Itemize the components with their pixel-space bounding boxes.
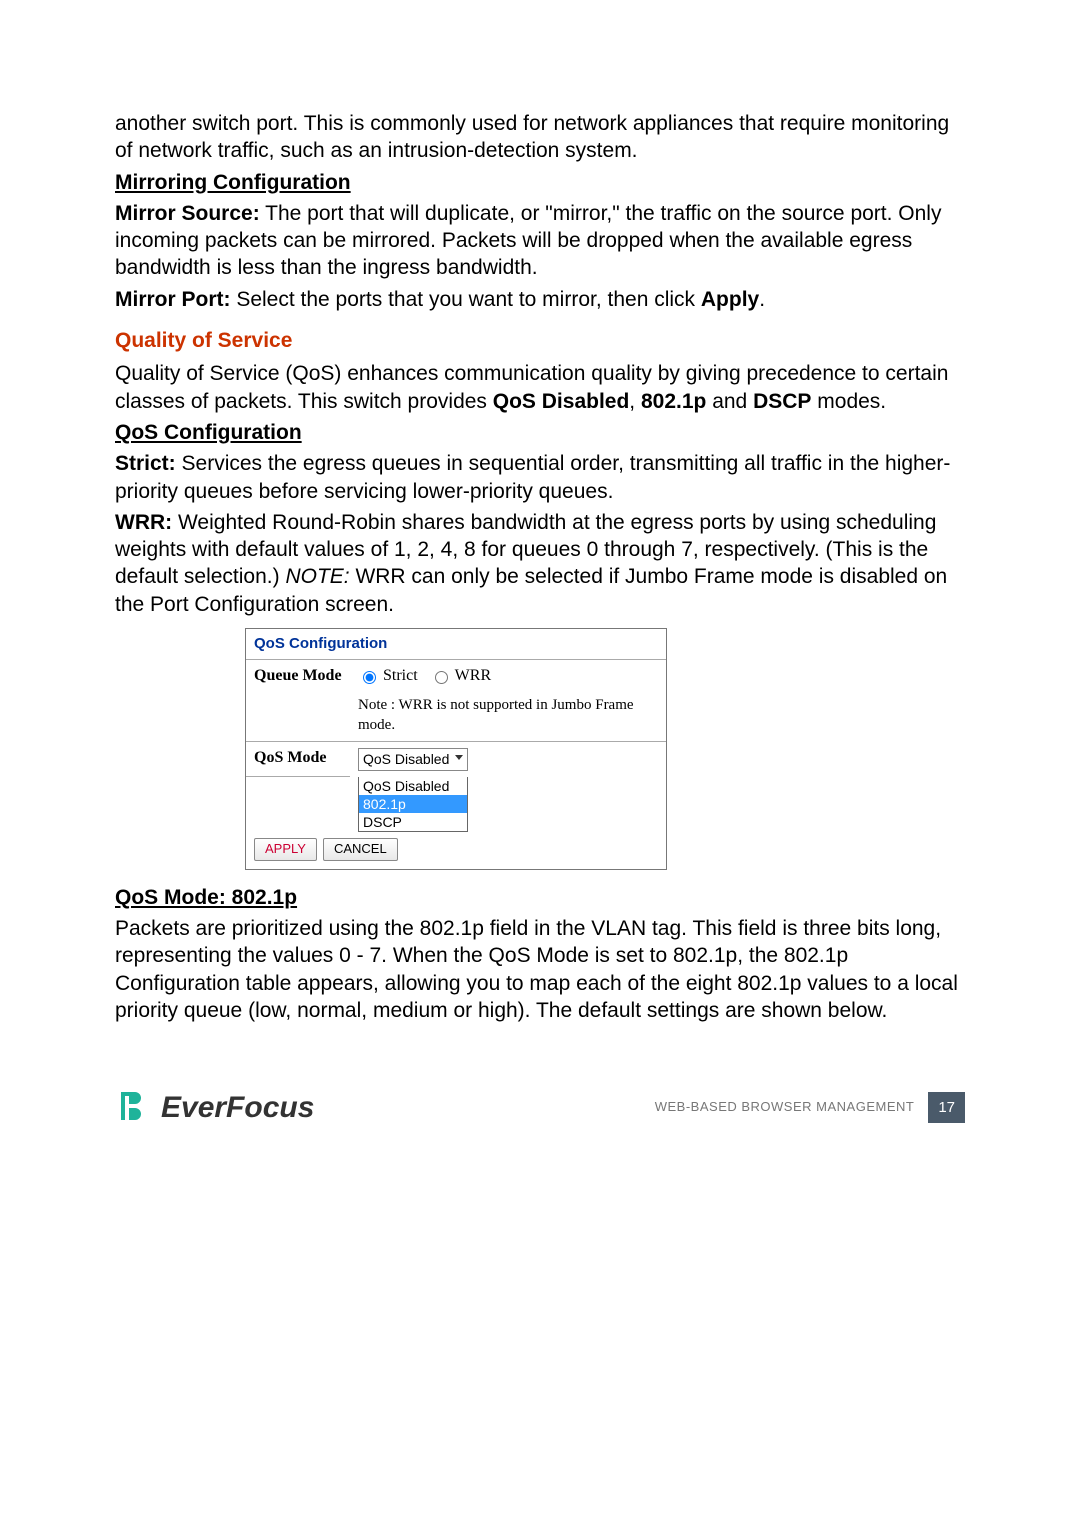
qos-heading: Quality of Service (115, 327, 965, 354)
qos-8021p-text: Packets are prioritized using the 802.1p… (115, 915, 965, 1024)
mirroring-config-heading: Mirroring Configuration (115, 169, 965, 196)
mirror-port-text-a: Select the ports that you want to mirror… (231, 288, 701, 311)
queue-mode-label: Queue Mode (246, 659, 350, 742)
everfocus-icon (115, 1090, 151, 1126)
wrr-paragraph: WRR: Weighted Round-Robin shares bandwid… (115, 509, 965, 618)
queue-mode-wrr-radio[interactable] (435, 671, 448, 684)
strict-text: Services the egress queues in sequential… (115, 452, 950, 502)
qos-config-panel: QoS Configuration Queue Mode Strict WRR … (245, 628, 667, 870)
qos-intro-g: modes. (811, 390, 886, 413)
qos-intro-f: DSCP (753, 390, 811, 413)
panel-title: QoS Configuration (246, 629, 666, 659)
queue-mode-strict-radio[interactable] (363, 671, 376, 684)
mirror-port-paragraph: Mirror Port: Select the ports that you w… (115, 286, 965, 313)
queue-mode-strict-label: Strict (383, 666, 418, 687)
queue-mode-note: Note : WRR is not supported in Jumbo Fra… (358, 696, 658, 735)
page-footer: EverFocus WEB-BASED BROWSER MANAGEMENT 1… (115, 1088, 965, 1127)
mirror-port-text-b: . (759, 288, 765, 311)
qos-8021p-heading: QoS Mode: 802.1p (115, 884, 965, 911)
mirror-port-apply: Apply (701, 288, 759, 311)
apply-button[interactable]: APPLY (254, 838, 317, 861)
qos-mode-dropdown-list: QoS Disabled 802.1p DSCP (358, 777, 468, 832)
qos-config-heading: QoS Configuration (115, 419, 965, 446)
footer-label: WEB-BASED BROWSER MANAGEMENT (655, 1099, 915, 1116)
strict-paragraph: Strict: Services the egress queues in se… (115, 450, 965, 505)
strict-label: Strict: (115, 452, 176, 475)
cancel-button[interactable]: CANCEL (323, 838, 398, 861)
mirror-source-label: Mirror Source: (115, 202, 260, 225)
page-number: 17 (928, 1092, 965, 1124)
qos-mode-label: QoS Mode (246, 742, 350, 777)
qos-intro: Quality of Service (QoS) enhances commun… (115, 360, 965, 415)
wrr-label: WRR: (115, 511, 172, 534)
brand-logo: EverFocus (115, 1088, 314, 1127)
qos-intro-e: and (706, 390, 753, 413)
brand-name: EverFocus (161, 1088, 314, 1127)
qos-intro-c: , (629, 390, 641, 413)
qos-mode-option-dscp[interactable]: DSCP (359, 813, 467, 831)
qos-mode-selected: QoS Disabled (363, 750, 449, 768)
qos-mode-option-disabled[interactable]: QoS Disabled (359, 777, 467, 795)
qos-intro-d: 802.1p (641, 390, 706, 413)
mirror-port-label: Mirror Port: (115, 288, 231, 311)
queue-mode-wrr-label: WRR (455, 666, 491, 687)
qos-mode-select[interactable]: QoS Disabled (358, 748, 468, 770)
mirror-source-paragraph: Mirror Source: The port that will duplic… (115, 200, 965, 282)
qos-mode-option-8021p[interactable]: 802.1p (359, 795, 467, 813)
qos-intro-b: QoS Disabled (493, 390, 630, 413)
wrr-note-label: NOTE: (285, 565, 349, 588)
intro-paragraph: another switch port. This is commonly us… (115, 110, 965, 165)
